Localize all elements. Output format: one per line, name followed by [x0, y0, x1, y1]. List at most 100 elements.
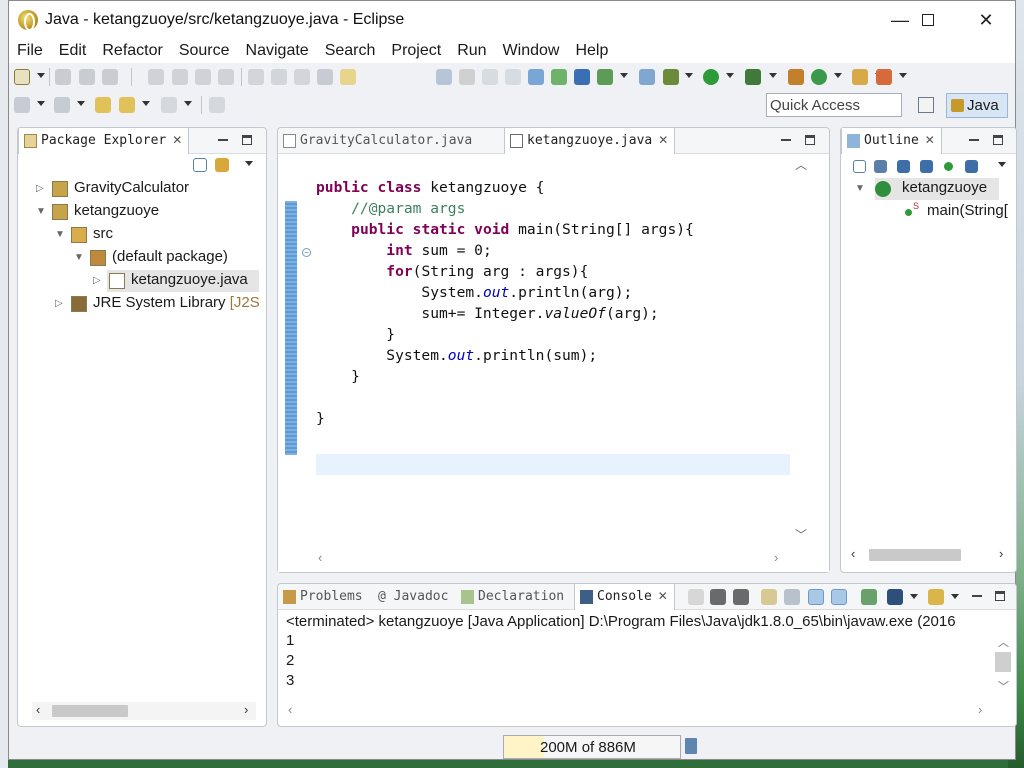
scroll-thumb[interactable]: [995, 652, 1011, 672]
garbage-collect-icon[interactable]: [685, 738, 697, 754]
maximize-view-icon[interactable]: [993, 135, 1003, 145]
display-console-icon[interactable]: [887, 589, 903, 605]
clear-console-icon[interactable]: [761, 589, 777, 605]
run-dropdown-icon[interactable]: [726, 73, 734, 78]
disconnect-icon[interactable]: [218, 69, 234, 85]
terminate-console-icon[interactable]: [688, 589, 704, 605]
new-icon[interactable]: [14, 69, 30, 85]
collapse-chevron-icon[interactable]: ▼: [74, 252, 84, 263]
menu-navigate[interactable]: Navigate: [238, 39, 317, 63]
outline-class-row[interactable]: ▼ ketangzuoye: [855, 178, 1015, 200]
external-tools-icon[interactable]: [788, 69, 804, 85]
last-edit-location-icon[interactable]: [95, 97, 111, 113]
scroll-left-icon[interactable]: ‹: [318, 550, 322, 565]
run-icon[interactable]: [703, 69, 719, 85]
terminate-icon[interactable]: [195, 69, 211, 85]
close-icon[interactable]: ✕: [172, 133, 182, 147]
pin-editor-icon[interactable]: [209, 97, 225, 113]
minimize-view-icon[interactable]: [972, 595, 982, 597]
collapse-fold-icon[interactable]: −: [302, 248, 311, 257]
debug-dropdown-icon[interactable]: [685, 73, 693, 78]
show-whitespace-icon[interactable]: [505, 69, 521, 85]
view-menu-icon[interactable]: [998, 162, 1006, 167]
minimize-view-icon[interactable]: [218, 139, 228, 141]
package-explorer-hscroll[interactable]: ‹ ›: [32, 702, 256, 720]
previous-annotation-dropdown-icon[interactable]: [77, 101, 85, 106]
skip-breakpoints-icon[interactable]: [574, 69, 590, 85]
open-console-dropdown-icon[interactable]: [951, 594, 959, 599]
new-class-dropdown-icon[interactable]: [834, 73, 842, 78]
menu-project[interactable]: Project: [383, 39, 449, 63]
open-console-icon[interactable]: [928, 589, 944, 605]
sort-icon[interactable]: [874, 160, 887, 173]
back-dropdown-icon[interactable]: [142, 101, 150, 106]
minimize-view-icon[interactable]: [969, 139, 979, 141]
scroll-right-icon[interactable]: ›: [774, 550, 778, 565]
search-dropdown-icon[interactable]: [899, 73, 907, 78]
scroll-right-icon[interactable]: ›: [999, 546, 1003, 561]
close-icon[interactable]: ✕: [658, 589, 668, 603]
console-hscroll[interactable]: ‹ ›: [286, 702, 992, 720]
hide-local-types-icon[interactable]: [965, 160, 978, 173]
collapse-chevron-icon[interactable]: ▼: [55, 229, 65, 240]
menu-edit[interactable]: Edit: [51, 39, 95, 63]
forward-dropdown-icon[interactable]: [184, 101, 192, 106]
expand-chevron-icon[interactable]: ▷: [36, 183, 44, 194]
menu-refactor[interactable]: Refactor: [94, 39, 170, 63]
new-server-icon[interactable]: [639, 69, 655, 85]
previous-annotation-icon[interactable]: [54, 97, 70, 113]
collapse-chevron-icon[interactable]: ▼: [36, 206, 46, 217]
editor-vscroll[interactable]: ︿ ﹀: [791, 154, 809, 544]
scroll-down-icon[interactable]: ﹀: [998, 678, 1009, 694]
tab-ketangzuoye-java[interactable]: ketangzuoye.java ✕: [504, 128, 676, 154]
tree-item[interactable]: ▷ JRE System Library [J2S: [18, 293, 266, 315]
task-icon[interactable]: [597, 69, 613, 85]
console-vscroll[interactable]: ︿ ﹀: [994, 634, 1012, 698]
forward-icon[interactable]: [161, 97, 177, 113]
debug-tools-icon[interactable]: [436, 69, 452, 85]
hide-static-icon[interactable]: [920, 160, 933, 173]
next-annotation-icon[interactable]: [14, 97, 30, 113]
tab-declaration[interactable]: Declaration: [456, 584, 570, 610]
expand-chevron-icon[interactable]: ▼: [855, 183, 865, 194]
close-button[interactable]: ✕: [957, 1, 1015, 39]
tab-console[interactable]: Console ✕: [574, 584, 675, 610]
view-menu-icon[interactable]: [245, 161, 253, 166]
step-into-icon[interactable]: [248, 69, 264, 85]
tab-outline[interactable]: Outline ✕: [841, 128, 942, 154]
toggle-block-icon[interactable]: [482, 69, 498, 85]
tab-javadoc[interactable]: @ Javadoc: [366, 584, 454, 610]
collapse-all-icon[interactable]: [853, 160, 866, 173]
scroll-up-icon[interactable]: ︿: [795, 156, 807, 173]
back-icon[interactable]: [119, 97, 135, 113]
scroll-down-icon[interactable]: ﹀: [795, 526, 807, 543]
hide-non-public-icon[interactable]: [944, 162, 953, 171]
menu-window[interactable]: Window: [495, 39, 568, 63]
maximize-view-icon[interactable]: [805, 135, 815, 145]
use-step-filters-icon[interactable]: [340, 69, 356, 85]
download-icon[interactable]: [528, 69, 544, 85]
expand-chevron-icon[interactable]: ▷: [55, 298, 63, 309]
menu-source[interactable]: Source: [171, 39, 238, 63]
close-icon[interactable]: ✕: [658, 133, 668, 147]
search-tools-icon[interactable]: [876, 69, 892, 85]
minimize-view-icon[interactable]: [781, 139, 791, 141]
menu-file[interactable]: File: [9, 39, 51, 63]
debug-icon[interactable]: [663, 69, 679, 85]
suspend-icon[interactable]: [172, 69, 188, 85]
tree-item[interactable]: ▼ (default package): [18, 247, 266, 269]
task-dropdown-icon[interactable]: [620, 73, 628, 78]
open-type-icon[interactable]: [852, 69, 868, 85]
maximize-button[interactable]: [899, 1, 957, 39]
remove-all-terminated-icon[interactable]: [733, 589, 749, 605]
scroll-left-icon[interactable]: ‹: [288, 702, 292, 717]
save-all-icon[interactable]: [79, 69, 95, 85]
pin-console-icon[interactable]: [861, 589, 877, 605]
scroll-thumb[interactable]: [869, 549, 961, 561]
close-icon[interactable]: ✕: [925, 133, 935, 147]
remove-launch-icon[interactable]: [710, 589, 726, 605]
hide-fields-icon[interactable]: [897, 160, 910, 173]
menu-help[interactable]: Help: [567, 39, 616, 63]
tab-package-explorer[interactable]: Package Explorer ✕: [18, 128, 190, 154]
link-with-editor-icon[interactable]: [215, 158, 229, 172]
